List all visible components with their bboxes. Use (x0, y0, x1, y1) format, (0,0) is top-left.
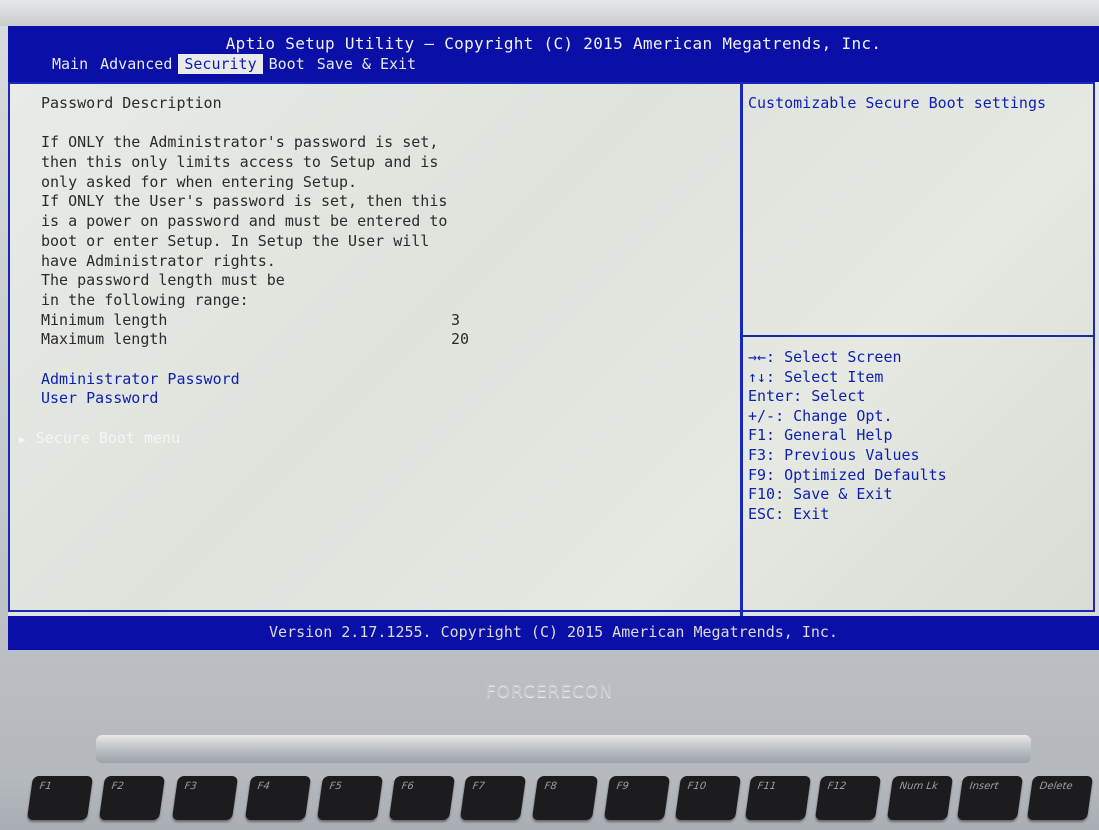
key-legend: →←: Select Screen ↑↓: Select Item Enter:… (748, 348, 1088, 524)
laptop-hinge (96, 735, 1031, 763)
user-password-item[interactable]: User Password (41, 389, 721, 409)
key-hint: F9: Optimized Defaults (748, 465, 947, 484)
max-length-value: 20 (451, 330, 470, 349)
description-line: If ONLY the User's password is set, then… (41, 192, 448, 211)
description-line: in the following range: (41, 290, 249, 309)
min-length-label: Minimum length (41, 310, 168, 329)
key-f9: F9 (603, 776, 671, 820)
key-label: F8 (543, 781, 558, 792)
key-hint: ↑↓: Select Item (748, 367, 884, 386)
settings-column: Password Description If ONLY the Adminis… (19, 94, 721, 448)
key-f8: F8 (531, 776, 599, 820)
key-f3: F3 (171, 776, 239, 820)
key-label: F10 (686, 781, 707, 792)
key-f2: F2 (98, 776, 166, 820)
description-line: then this only limits access to Setup an… (41, 153, 439, 172)
key-label: F7 (471, 781, 486, 792)
keyboard: F1 F2 F3 F4 F5 F6 F7 F8 F9 F10 F11 F12 N… (0, 770, 1099, 830)
key-insert: Insert (956, 776, 1024, 820)
key-label: F9 (615, 781, 630, 792)
vertical-divider (740, 82, 743, 616)
function-key-row: F1 F2 F3 F4 F5 F6 F7 F8 F9 F10 F11 F12 N… (0, 776, 1099, 822)
key-f11: F11 (744, 776, 812, 820)
footer-version: Version 2.17.1255. Copyright (C) 2015 Am… (8, 616, 1099, 650)
min-length-value: 3 (451, 310, 461, 329)
key-label: Num Lk (898, 781, 939, 792)
key-label: F11 (756, 781, 777, 792)
key-f5: F5 (316, 776, 384, 820)
laptop-brand-logo: FORCERECON (485, 682, 614, 702)
max-length-row: Maximum length 20 (41, 330, 721, 350)
key-label: F2 (110, 781, 125, 792)
secure-boot-menu-label: Secure Boot menu (35, 428, 181, 447)
key-f1: F1 (26, 776, 94, 820)
bios-content: Password Description If ONLY the Adminis… (8, 26, 1099, 650)
help-panel: Customizable Secure Boot settings (748, 94, 1088, 114)
description-line: have Administrator rights. (41, 251, 276, 270)
key-label: F12 (826, 781, 847, 792)
description-line: is a power on password and must be enter… (41, 212, 448, 231)
section-heading: Password Description (41, 94, 222, 112)
key-label: F6 (400, 781, 415, 792)
key-hint: F3: Previous Values (748, 445, 920, 464)
description-line: only asked for when entering Setup. (41, 172, 358, 191)
key-f10: F10 (674, 776, 742, 820)
description-line: boot or enter Setup. In Setup the User w… (41, 231, 430, 250)
key-num-lock: Num Lk (886, 776, 954, 820)
description-line: The password length must be (41, 271, 285, 290)
administrator-password-item[interactable]: Administrator Password (41, 370, 721, 390)
help-text: Customizable Secure Boot settings (748, 94, 1047, 112)
key-f4: F4 (244, 776, 312, 820)
key-f7: F7 (459, 776, 527, 820)
key-label: F4 (256, 781, 271, 792)
max-length-label: Maximum length (41, 330, 168, 349)
min-length-row: Minimum length 3 (41, 311, 721, 331)
secure-boot-menu-item[interactable]: ▶ Secure Boot menu (19, 429, 721, 449)
key-hint: +/-: Change Opt. (748, 406, 893, 425)
key-hint: F10: Save & Exit (748, 485, 893, 504)
key-f6: F6 (388, 776, 456, 820)
submenu-arrow-icon: ▶ (19, 432, 26, 446)
key-hint: Enter: Select (748, 387, 866, 406)
key-label: F3 (183, 781, 198, 792)
key-label: Delete (1038, 781, 1074, 792)
bezel-top (0, 0, 1099, 26)
key-label: F5 (328, 781, 343, 792)
key-hint: ESC: Exit (748, 504, 830, 523)
key-label: Insert (968, 781, 1000, 792)
description-line: If ONLY the Administrator's password is … (41, 133, 439, 152)
key-label: F1 (38, 781, 53, 792)
key-delete: Delete (1026, 776, 1094, 820)
key-hint: →←: Select Screen (748, 348, 902, 366)
key-hint: F1: General Help (748, 426, 893, 445)
horizontal-divider (743, 335, 1095, 337)
key-f12: F12 (814, 776, 882, 820)
